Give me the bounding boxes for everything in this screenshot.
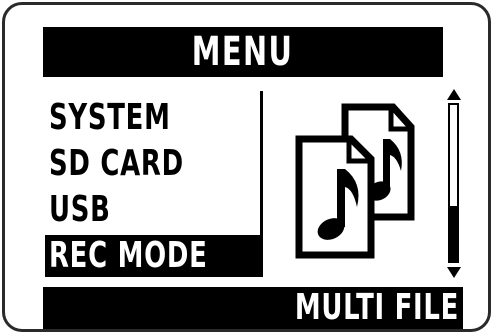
scrollbar[interactable] xyxy=(445,89,465,279)
current-value: MULTI FILE xyxy=(294,287,459,328)
multi-file-icon xyxy=(287,97,427,267)
menu-item-label: REC MODE xyxy=(49,235,208,276)
scroll-thumb[interactable] xyxy=(450,206,457,261)
page-title: MENU xyxy=(192,29,294,75)
menu-list: SYSTEM SD CARD USB REC MODE xyxy=(45,97,261,281)
menu-item-label: USB xyxy=(49,189,111,230)
scroll-up-icon xyxy=(447,89,461,100)
menu-item-label: SD CARD xyxy=(49,143,184,184)
device-screen: MENU SYSTEM SD CARD USB REC MODE MULTI F… xyxy=(2,2,491,332)
menu-item-rec-mode[interactable]: REC MODE xyxy=(45,235,261,277)
status-bar: MULTI FILE xyxy=(43,287,463,329)
scroll-track xyxy=(448,103,459,263)
menu-header: MENU xyxy=(43,27,443,77)
menu-item-usb[interactable]: USB xyxy=(45,189,261,231)
divider xyxy=(260,91,263,277)
menu-item-system[interactable]: SYSTEM xyxy=(45,97,261,139)
menu-item-label: SYSTEM xyxy=(49,97,171,138)
menu-item-sd-card[interactable]: SD CARD xyxy=(45,143,261,185)
scroll-down-icon xyxy=(447,267,461,278)
